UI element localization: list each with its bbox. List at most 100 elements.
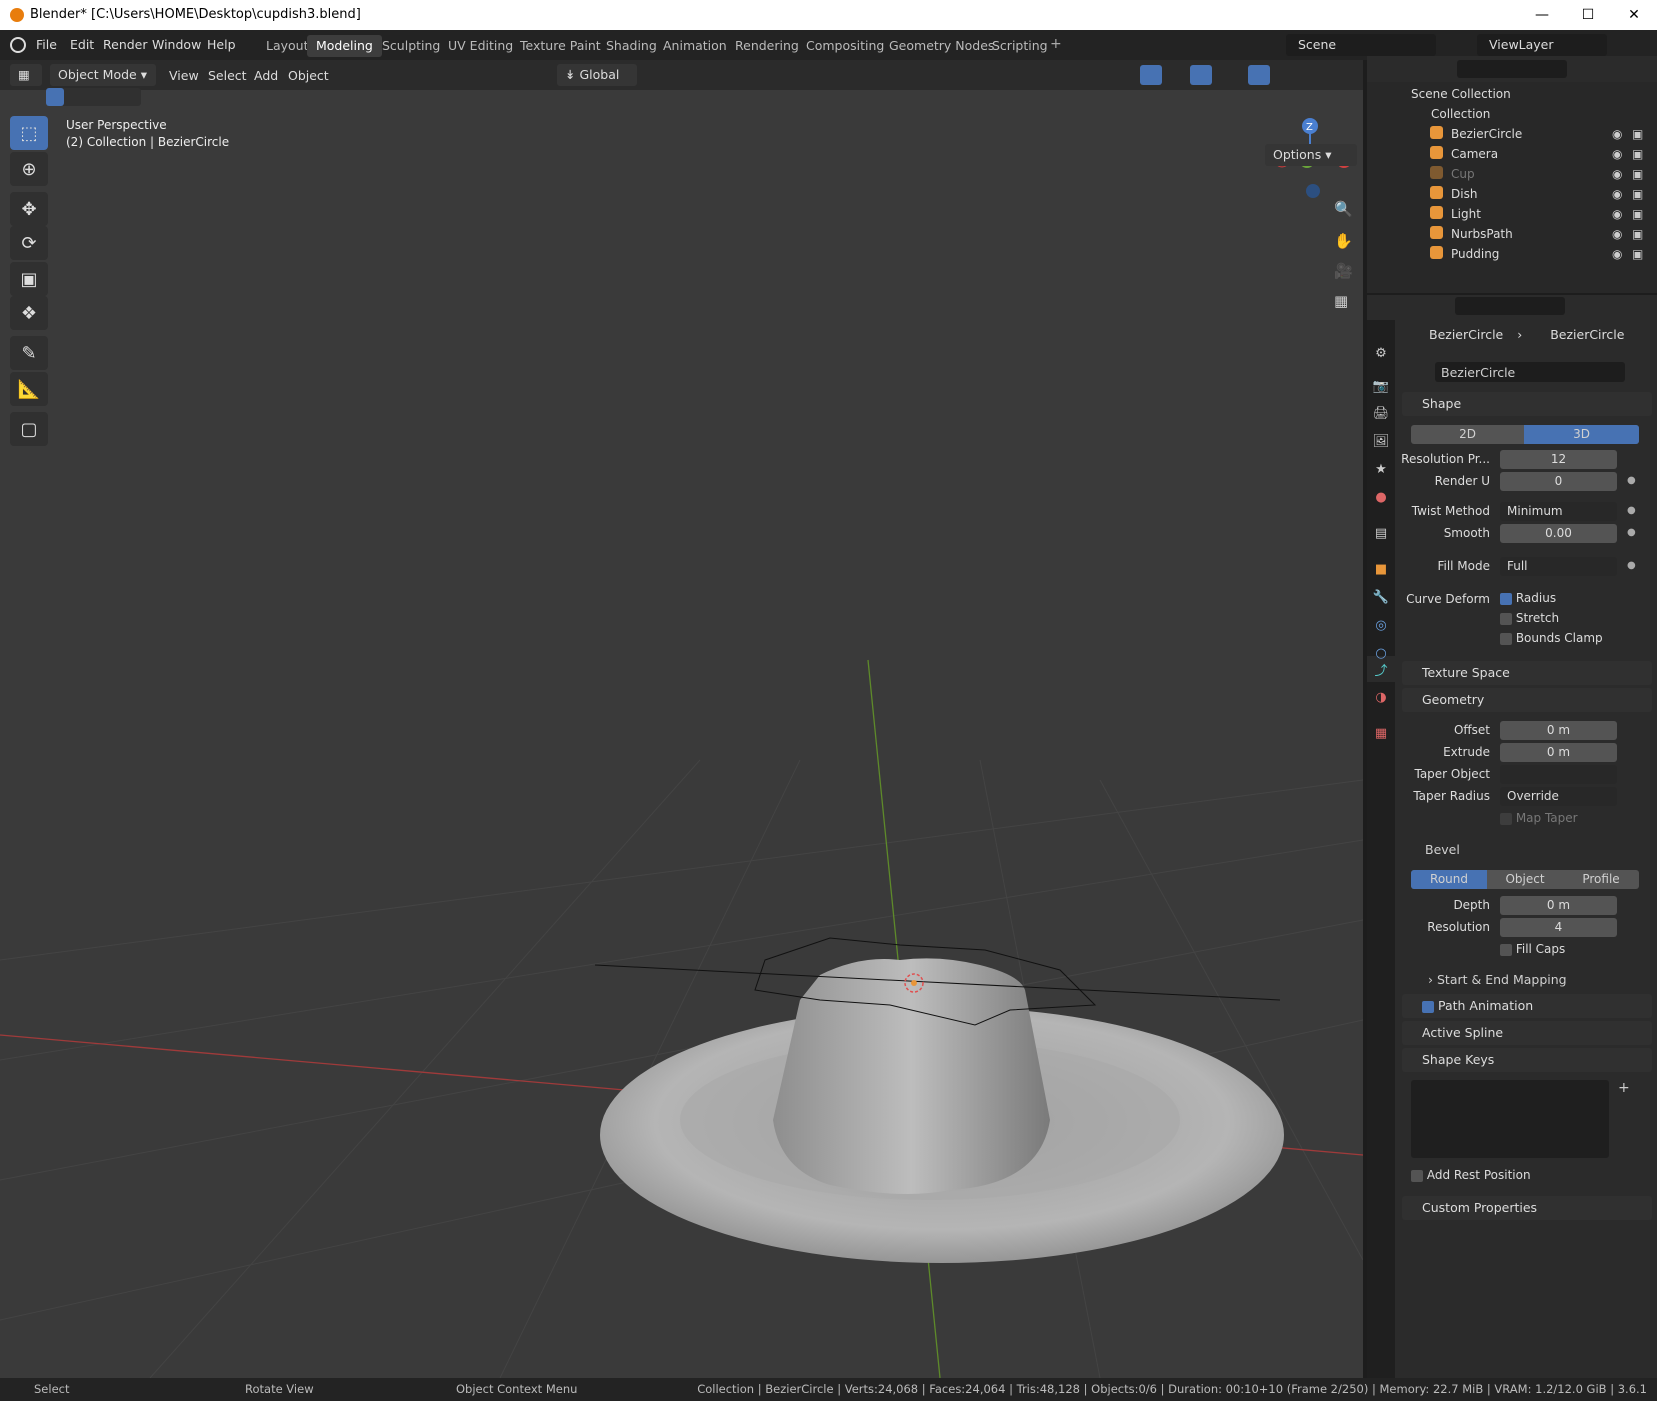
minimize-button[interactable]: —: [1519, 0, 1565, 30]
zoom-icon[interactable]: 🔍: [1334, 200, 1353, 218]
bevel-subpanel-header[interactable]: Bevel: [1425, 842, 1460, 857]
shading-solid-button[interactable]: [1248, 65, 1270, 85]
render-u-field[interactable]: 0: [1500, 472, 1617, 491]
taper-object-field[interactable]: [1500, 765, 1617, 784]
viewport-menu-object[interactable]: Object: [288, 68, 329, 83]
workspace-tab-rendering[interactable]: Rendering: [726, 35, 808, 57]
geometry-panel-header[interactable]: Geometry: [1402, 688, 1652, 712]
bevel-object-button[interactable]: Object: [1487, 870, 1563, 889]
bevel-resolution-field[interactable]: 4: [1500, 918, 1617, 937]
bevel-profile-button[interactable]: Profile: [1563, 870, 1639, 889]
outliner-collection[interactable]: Collection: [1367, 104, 1657, 124]
workspace-tab-modeling[interactable]: Modeling: [307, 35, 382, 57]
visibility-eye-icon[interactable]: ◉: [1612, 147, 1622, 161]
add-workspace-icon[interactable]: +: [1050, 36, 1062, 52]
render-camera-icon[interactable]: ▣: [1632, 167, 1643, 181]
outliner-item-cup[interactable]: Cup ◉ ▣: [1367, 164, 1657, 184]
modifier-tab[interactable]: 🔧: [1367, 584, 1395, 610]
outliner-item-beziercircle[interactable]: BezierCircle ◉ ▣: [1367, 124, 1657, 144]
outliner-item-nurbspath[interactable]: NurbsPath ◉ ▣: [1367, 224, 1657, 244]
3d-viewport[interactable]: Z X Y User Perspective (2) Collection | …: [0, 60, 1363, 1378]
fill-caps-checkbox[interactable]: Fill Caps: [1500, 942, 1565, 956]
pan-hand-icon[interactable]: ✋: [1334, 232, 1353, 250]
datablock-name-field[interactable]: BezierCircle: [1435, 362, 1625, 382]
physics-tab[interactable]: ○: [1367, 640, 1395, 666]
object-tab[interactable]: ■: [1367, 556, 1395, 582]
start-end-mapping-header[interactable]: › Start & End Mapping: [1428, 972, 1567, 987]
render-camera-icon[interactable]: ▣: [1632, 147, 1643, 161]
maximize-button[interactable]: ☐: [1565, 0, 1611, 30]
texture-tab[interactable]: ▦: [1367, 720, 1395, 746]
visibility-eye-icon[interactable]: ◉: [1612, 227, 1622, 241]
scale-tool[interactable]: ▣: [10, 262, 48, 296]
path-animation-panel-header[interactable]: Path Animation: [1402, 994, 1652, 1018]
close-button[interactable]: ✕: [1611, 0, 1657, 30]
texture-space-panel-header[interactable]: Texture Space: [1402, 661, 1652, 685]
render-camera-icon[interactable]: ▣: [1632, 227, 1643, 241]
grid-view-icon[interactable]: ▦: [1334, 292, 1348, 310]
add-shape-key-icon[interactable]: +: [1618, 1080, 1630, 1096]
resolution-preview-field[interactable]: 12: [1500, 450, 1617, 469]
taper-radius-dropdown[interactable]: Override: [1500, 787, 1617, 806]
render-camera-icon[interactable]: ▣: [1632, 247, 1643, 261]
active-spline-panel-header[interactable]: Active Spline: [1402, 1021, 1652, 1045]
bevel-depth-field[interactable]: 0 m: [1500, 896, 1617, 915]
visibility-eye-icon[interactable]: ◉: [1612, 187, 1622, 201]
stretch-checkbox[interactable]: Stretch: [1500, 611, 1559, 625]
menu-edit[interactable]: Edit: [70, 37, 94, 52]
render-tab[interactable]: 📷: [1367, 373, 1395, 399]
select-box-tool[interactable]: ⬚: [10, 116, 48, 150]
visibility-eye-icon[interactable]: ◉: [1612, 247, 1622, 261]
shape-keys-list[interactable]: [1411, 1080, 1609, 1158]
viewlayer-selector[interactable]: ViewLayer: [1477, 34, 1607, 56]
tool-tab[interactable]: ⚙: [1367, 340, 1395, 366]
measure-tool[interactable]: 📐: [10, 372, 48, 406]
world-tab[interactable]: ●: [1367, 484, 1395, 510]
bounds-clamp-checkbox[interactable]: Bounds Clamp: [1500, 631, 1603, 645]
menu-help[interactable]: Help: [207, 37, 236, 52]
render-camera-icon[interactable]: ▣: [1632, 187, 1643, 201]
shape-panel-header[interactable]: Shape: [1402, 392, 1652, 416]
render-camera-icon[interactable]: ▣: [1632, 207, 1643, 221]
add-cube-tool[interactable]: ▢: [10, 412, 48, 446]
workspace-tab-texture-paint[interactable]: Texture Paint: [511, 35, 610, 57]
bevel-round-button[interactable]: Round: [1411, 870, 1487, 889]
editor-type-icon[interactable]: ▦: [10, 64, 42, 86]
transform-tool[interactable]: ❖: [10, 296, 48, 330]
workspace-tab-compositing[interactable]: Compositing: [797, 35, 893, 57]
scene-selector[interactable]: Scene: [1286, 34, 1436, 56]
view-layer-tab[interactable]: 🖼: [1367, 428, 1395, 454]
gizmo-toggle-button[interactable]: [1140, 65, 1162, 85]
map-taper-checkbox[interactable]: Map Taper: [1500, 811, 1578, 825]
mode-dropdown[interactable]: Object Mode ▾: [50, 64, 156, 86]
workspace-tab-animation[interactable]: Animation: [654, 35, 736, 57]
outliner-item-pudding[interactable]: Pudding ◉ ▣: [1367, 244, 1657, 264]
render-camera-icon[interactable]: ▣: [1632, 127, 1643, 141]
add-rest-position-checkbox[interactable]: Add Rest Position: [1411, 1168, 1531, 1182]
options-dropdown[interactable]: Options ▾: [1265, 144, 1357, 166]
collection-tab[interactable]: ▤: [1367, 520, 1395, 546]
properties-search-input[interactable]: [1455, 297, 1565, 315]
orientation-dropdown[interactable]: ↡ Global: [557, 64, 637, 86]
material-tab[interactable]: ◑: [1367, 684, 1395, 710]
outliner-scene-collection[interactable]: Scene Collection: [1367, 84, 1657, 104]
extrude-field[interactable]: 0 m: [1500, 743, 1617, 762]
menu-file[interactable]: File: [36, 37, 57, 52]
camera-view-icon[interactable]: 🎥: [1334, 262, 1353, 280]
custom-properties-panel-header[interactable]: Custom Properties: [1402, 1196, 1652, 1220]
2d-button[interactable]: 2D: [1411, 425, 1524, 444]
select-box-mode-icon[interactable]: [46, 88, 64, 106]
particles-tab[interactable]: ◎: [1367, 612, 1395, 638]
scene-tab[interactable]: ★: [1367, 456, 1395, 482]
twist-method-dropdown[interactable]: Minimum: [1500, 502, 1617, 521]
menu-render[interactable]: Render: [103, 37, 148, 52]
workspace-tab-uv-editing[interactable]: UV Editing: [439, 35, 522, 57]
viewport-menu-view[interactable]: View: [169, 68, 199, 83]
outliner-item-camera[interactable]: Camera ◉ ▣: [1367, 144, 1657, 164]
outliner-item-dish[interactable]: Dish ◉ ▣: [1367, 184, 1657, 204]
cursor-tool[interactable]: ⊕: [10, 152, 48, 186]
visibility-eye-icon[interactable]: ◉: [1612, 207, 1622, 221]
outliner-search-input[interactable]: [1457, 60, 1567, 78]
radius-checkbox[interactable]: Radius: [1500, 591, 1556, 605]
output-tab[interactable]: 🖨: [1367, 400, 1395, 426]
